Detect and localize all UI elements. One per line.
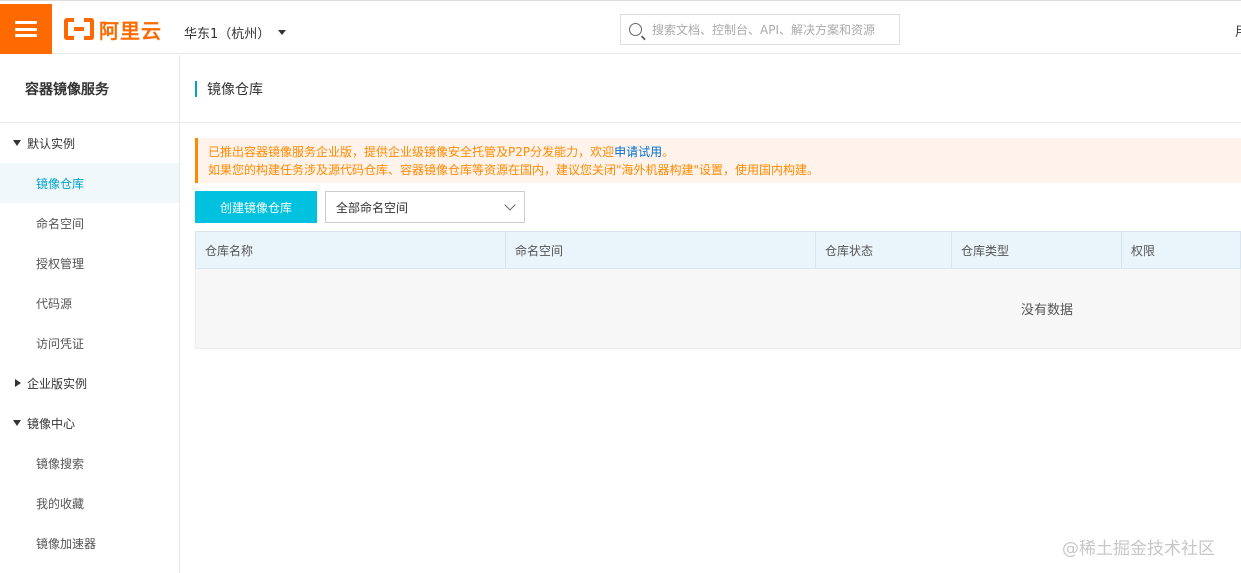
notice-line-1: 已推出容器镜像服务企业版，提供企业级镜像安全托管及P2P分发能力，欢迎申请试用。 <box>208 143 1241 161</box>
sidebar-item-image-search[interactable]: 镜像搜索 <box>0 443 179 483</box>
caret-down-icon <box>278 30 287 35</box>
table-empty-row: 没有数据 <box>195 269 1241 349</box>
sidebar-item-namespaces[interactable]: 命名空间 <box>0 203 179 243</box>
create-repository-button[interactable]: 创建镜像仓库 <box>195 191 317 223</box>
sidebar-group-default-instance[interactable]: 默认实例 <box>0 123 179 163</box>
page-header: 镜像仓库 <box>181 55 1241 123</box>
chevron-down-icon <box>504 198 516 211</box>
column-header-type[interactable]: 仓库类型 <box>952 232 1122 268</box>
logo-mark-icon <box>64 18 94 40</box>
notice-banner: 已推出容器镜像服务企业版，提供企业级镜像安全托管及P2P分发能力，欢迎申请试用。… <box>195 138 1241 183</box>
table-header: 仓库名称 命名空间 仓库状态 仓库类型 权限 <box>195 231 1241 269</box>
sidebar-item-code-source[interactable]: 代码源 <box>0 283 179 323</box>
sidebar-title: 容器镜像服务 <box>0 55 179 123</box>
sidebar: 容器镜像服务 默认实例 镜像仓库 命名空间 授权管理 代码源 访问凭证 企业版实… <box>0 55 180 573</box>
page-title: 镜像仓库 <box>207 81 263 98</box>
sidebar-group-enterprise-instance[interactable]: 企业版实例 <box>0 363 179 403</box>
region-selector[interactable]: 华东1（杭州） <box>184 23 287 42</box>
sidebar-item-authorization[interactable]: 授权管理 <box>0 243 179 283</box>
aliyun-logo[interactable]: 阿里云 <box>64 16 162 43</box>
column-header-permission[interactable]: 权限 <box>1122 232 1240 268</box>
sidebar-group-label: 镜像中心 <box>27 416 76 431</box>
hamburger-icon <box>15 21 37 37</box>
sidebar-item-access-credentials[interactable]: 访问凭证 <box>0 323 179 363</box>
logo-text: 阿里云 <box>99 18 162 43</box>
sidebar-item-image-accelerator[interactable]: 镜像加速器 <box>0 523 179 563</box>
search-icon <box>629 23 642 36</box>
search-input[interactable] <box>652 22 892 37</box>
notice-line-2: 如果您的构建任务涉及源代码仓库、容器镜像仓库等资源在国内，建议您关闭"海外机器构… <box>208 163 820 177</box>
triangle-down-icon <box>13 140 21 146</box>
column-header-repo-name[interactable]: 仓库名称 <box>196 232 506 268</box>
column-header-namespace[interactable]: 命名空间 <box>506 232 816 268</box>
sidebar-group-label: 企业版实例 <box>27 376 88 391</box>
apply-trial-link[interactable]: 申请试用 <box>614 145 662 159</box>
namespace-select-value: 全部命名空间 <box>336 200 409 215</box>
sidebar-group-label: 默认实例 <box>27 136 76 151</box>
toolbar: 创建镜像仓库 全部命名空间 <box>195 191 525 223</box>
main-content: 镜像仓库 已推出容器镜像服务企业版，提供企业级镜像安全托管及P2P分发能力，欢迎… <box>181 55 1241 573</box>
column-header-status[interactable]: 仓库状态 <box>816 232 952 268</box>
notice-text: 已推出容器镜像服务企业版，提供企业级镜像安全托管及P2P分发能力，欢迎 <box>208 145 615 159</box>
namespace-select[interactable]: 全部命名空间 <box>325 191 525 223</box>
repository-table: 仓库名称 命名空间 仓库状态 仓库类型 权限 没有数据 <box>195 231 1241 349</box>
sidebar-item-repositories[interactable]: 镜像仓库 <box>0 163 179 203</box>
top-right-cut-text[interactable]: 用 <box>1235 21 1241 40</box>
triangle-right-icon <box>15 379 21 387</box>
sidebar-item-favorites[interactable]: 我的收藏 <box>0 483 179 523</box>
top-bar: 阿里云 华东1（杭州） 用 <box>0 0 1241 54</box>
search-box[interactable] <box>620 14 900 45</box>
title-accent-bar <box>195 80 197 97</box>
sidebar-group-image-center[interactable]: 镜像中心 <box>0 403 179 443</box>
triangle-down-icon <box>13 420 21 426</box>
menu-button[interactable] <box>0 4 52 54</box>
empty-text: 没有数据 <box>1021 303 1074 318</box>
region-label: 华东1（杭州） <box>184 27 271 42</box>
notice-text-suffix: 。 <box>662 145 675 159</box>
watermark: @稀土掘金技术社区 <box>1062 539 1215 559</box>
